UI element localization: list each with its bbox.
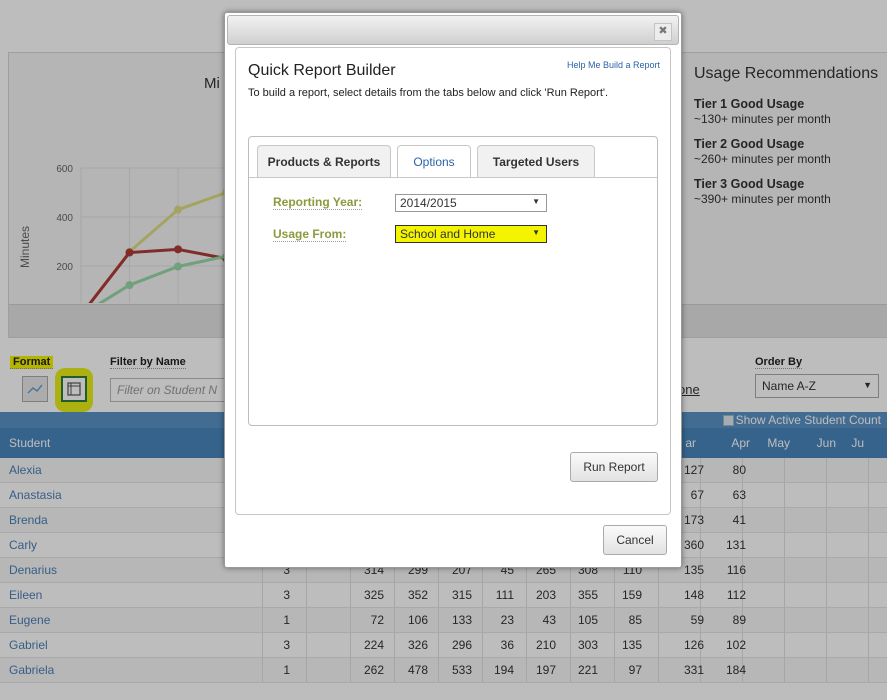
- reporting-year-select[interactable]: 2014/2015 ▼: [395, 194, 547, 212]
- help-build-report-link[interactable]: Help Me Build a Report: [567, 60, 660, 70]
- usage-from-label: Usage From:: [273, 227, 347, 242]
- report-tabs-panel: Products & Reports Options Targeted User…: [248, 136, 658, 426]
- dialog-body: Quick Report Builder Help Me Build a Rep…: [235, 47, 671, 515]
- reporting-year-label: Reporting Year:: [273, 195, 363, 210]
- chevron-down-icon: ▼: [532, 197, 540, 206]
- close-icon[interactable]: ✖: [654, 23, 672, 41]
- tab-options[interactable]: Options: [397, 145, 471, 178]
- tab-products-reports[interactable]: Products & Reports: [257, 145, 391, 177]
- dialog-title: Quick Report Builder: [248, 62, 396, 79]
- cancel-button[interactable]: Cancel: [603, 525, 667, 555]
- usage-from-value: School and Home: [400, 227, 496, 241]
- dialog-description: To build a report, select details from t…: [248, 87, 609, 99]
- reporting-year-value: 2014/2015: [400, 196, 457, 210]
- quick-report-builder-dialog: ✖ Quick Report Builder Help Me Build a R…: [224, 12, 682, 568]
- tab-targeted-users[interactable]: Targeted Users: [477, 145, 595, 177]
- tab-underline: [249, 177, 657, 178]
- dialog-titlebar: ✖: [227, 15, 679, 45]
- usage-from-select[interactable]: School and Home ▼: [395, 225, 547, 243]
- run-report-button[interactable]: Run Report: [570, 452, 658, 482]
- chevron-down-icon: ▼: [532, 228, 540, 237]
